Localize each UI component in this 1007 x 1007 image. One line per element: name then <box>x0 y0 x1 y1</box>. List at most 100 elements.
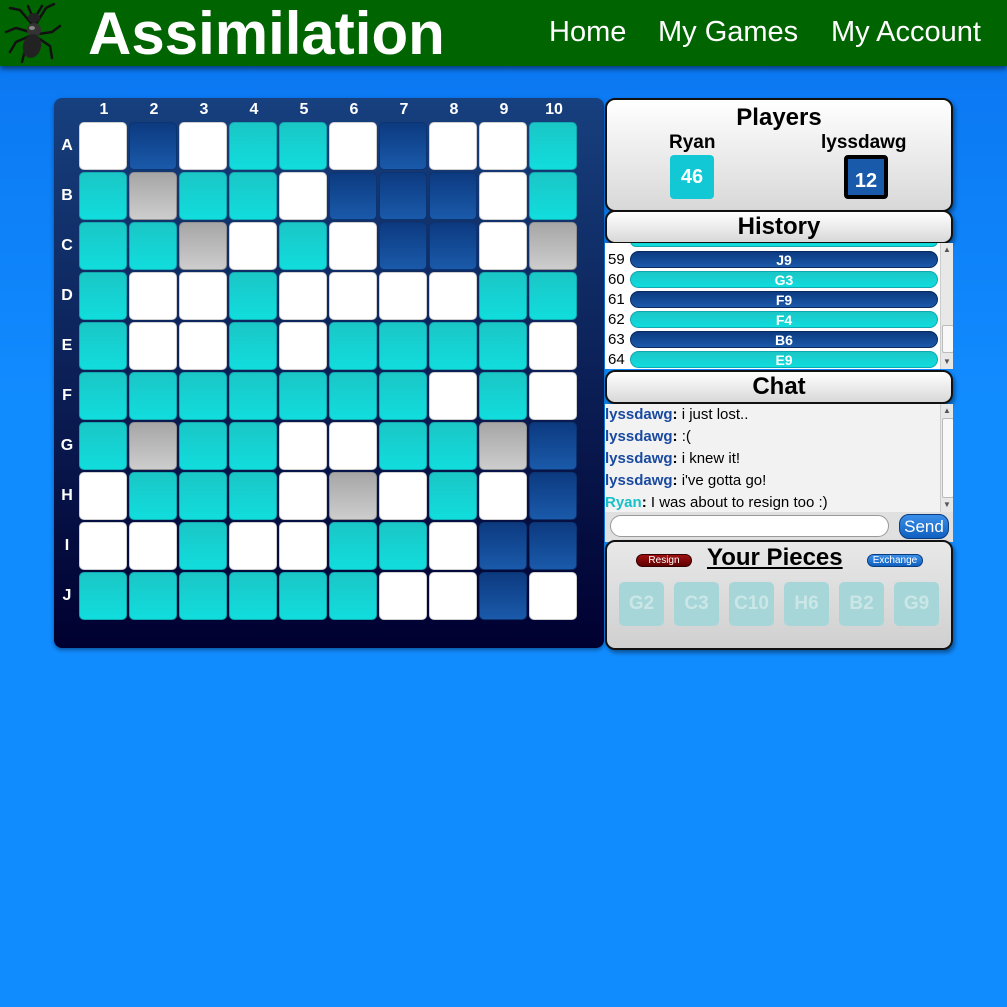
history-move[interactable]: E9 <box>630 351 938 368</box>
scroll-down-icon[interactable]: ▼ <box>943 500 951 509</box>
board-cell-B4[interactable] <box>229 172 277 220</box>
board-cell-I9[interactable] <box>479 522 527 570</box>
piece-tile[interactable]: H6 <box>784 582 829 626</box>
board-cell-A2[interactable] <box>129 122 177 170</box>
history-list[interactable]: 59 J9 60 G3 61 F9 62 F4 63 B6 64 E9 ▲ ▼ <box>605 243 953 369</box>
board-cell-D4[interactable] <box>229 272 277 320</box>
board-cell-G5[interactable] <box>279 422 327 470</box>
board-cell-C1[interactable] <box>79 222 127 270</box>
board-cell-C10[interactable] <box>529 222 577 270</box>
board-cell-B10[interactable] <box>529 172 577 220</box>
board-cell-B8[interactable] <box>429 172 477 220</box>
board-cell-H4[interactable] <box>229 472 277 520</box>
board-cell-B1[interactable] <box>79 172 127 220</box>
board-cell-B5[interactable] <box>279 172 327 220</box>
board-cell-J8[interactable] <box>429 572 477 620</box>
board-cell-G3[interactable] <box>179 422 227 470</box>
board-cell-I7[interactable] <box>379 522 427 570</box>
board-cell-E8[interactable] <box>429 322 477 370</box>
board-cell-G10[interactable] <box>529 422 577 470</box>
board-cell-H9[interactable] <box>479 472 527 520</box>
piece-tile[interactable]: G9 <box>894 582 939 626</box>
board-cell-D2[interactable] <box>129 272 177 320</box>
board-cell-G7[interactable] <box>379 422 427 470</box>
board-cell-J6[interactable] <box>329 572 377 620</box>
scroll-down-icon[interactable]: ▼ <box>943 357 951 366</box>
resign-button[interactable]: Resign <box>636 554 692 567</box>
board-cell-I6[interactable] <box>329 522 377 570</box>
board-cell-J7[interactable] <box>379 572 427 620</box>
nav-my-games-link[interactable]: My Games <box>658 14 798 50</box>
board-cell-C6[interactable] <box>329 222 377 270</box>
board-cell-E1[interactable] <box>79 322 127 370</box>
board-cell-J2[interactable] <box>129 572 177 620</box>
board-cell-J4[interactable] <box>229 572 277 620</box>
board-cell-F4[interactable] <box>229 372 277 420</box>
board-cell-E9[interactable] <box>479 322 527 370</box>
piece-tile[interactable]: G2 <box>619 582 664 626</box>
board-cell-D6[interactable] <box>329 272 377 320</box>
board-cell-I8[interactable] <box>429 522 477 570</box>
scroll-up-icon[interactable]: ▲ <box>943 406 951 415</box>
exchange-button[interactable]: Exchange <box>867 554 923 567</box>
board-cell-H1[interactable] <box>79 472 127 520</box>
board-cell-F2[interactable] <box>129 372 177 420</box>
board-cell-D1[interactable] <box>79 272 127 320</box>
board-cell-H5[interactable] <box>279 472 327 520</box>
history-move[interactable]: F9 <box>630 291 938 308</box>
board-cell-D5[interactable] <box>279 272 327 320</box>
piece-tile[interactable]: C3 <box>674 582 719 626</box>
board-cell-I3[interactable] <box>179 522 227 570</box>
board-cell-E6[interactable] <box>329 322 377 370</box>
board-cell-C3[interactable] <box>179 222 227 270</box>
board-cell-E7[interactable] <box>379 322 427 370</box>
board-cell-B6[interactable] <box>329 172 377 220</box>
board-cell-A7[interactable] <box>379 122 427 170</box>
board-cell-G8[interactable] <box>429 422 477 470</box>
board-cell-D8[interactable] <box>429 272 477 320</box>
board-cell-B2[interactable] <box>129 172 177 220</box>
board-cell-F9[interactable] <box>479 372 527 420</box>
board-cell-C4[interactable] <box>229 222 277 270</box>
board-cell-J10[interactable] <box>529 572 577 620</box>
board-cell-G4[interactable] <box>229 422 277 470</box>
send-button[interactable]: Send <box>899 514 949 539</box>
board-cell-I1[interactable] <box>79 522 127 570</box>
board-cell-A3[interactable] <box>179 122 227 170</box>
board-cell-I5[interactable] <box>279 522 327 570</box>
board-cell-E2[interactable] <box>129 322 177 370</box>
board-cell-A9[interactable] <box>479 122 527 170</box>
board-cell-J9[interactable] <box>479 572 527 620</box>
board-cell-E4[interactable] <box>229 322 277 370</box>
board-cell-D9[interactable] <box>479 272 527 320</box>
board-cell-B9[interactable] <box>479 172 527 220</box>
board-cell-A5[interactable] <box>279 122 327 170</box>
board-cell-F1[interactable] <box>79 372 127 420</box>
board-cell-C2[interactable] <box>129 222 177 270</box>
board-cell-C8[interactable] <box>429 222 477 270</box>
nav-home-link[interactable]: Home <box>549 14 626 50</box>
board-cell-I4[interactable] <box>229 522 277 570</box>
board-cell-I10[interactable] <box>529 522 577 570</box>
board-cell-J1[interactable] <box>79 572 127 620</box>
board-cell-J3[interactable] <box>179 572 227 620</box>
board-cell-G1[interactable] <box>79 422 127 470</box>
board-cell-H8[interactable] <box>429 472 477 520</box>
board-cell-H6[interactable] <box>329 472 377 520</box>
board-cell-H2[interactable] <box>129 472 177 520</box>
board-cell-A8[interactable] <box>429 122 477 170</box>
board-cell-A4[interactable] <box>229 122 277 170</box>
chat-messages[interactable]: lyssdawg: i just lost.. lyssdawg: :(lyssd… <box>605 404 953 512</box>
board-cell-H3[interactable] <box>179 472 227 520</box>
board-cell-B7[interactable] <box>379 172 427 220</box>
board-cell-A1[interactable] <box>79 122 127 170</box>
chat-scroll-thumb[interactable] <box>942 418 953 498</box>
board-cell-G2[interactable] <box>129 422 177 470</box>
board-cell-F3[interactable] <box>179 372 227 420</box>
board-cell-G9[interactable] <box>479 422 527 470</box>
board-cell-C5[interactable] <box>279 222 327 270</box>
board-cell-F6[interactable] <box>329 372 377 420</box>
board-cell-F5[interactable] <box>279 372 327 420</box>
board-cell-G6[interactable] <box>329 422 377 470</box>
board-cell-E3[interactable] <box>179 322 227 370</box>
